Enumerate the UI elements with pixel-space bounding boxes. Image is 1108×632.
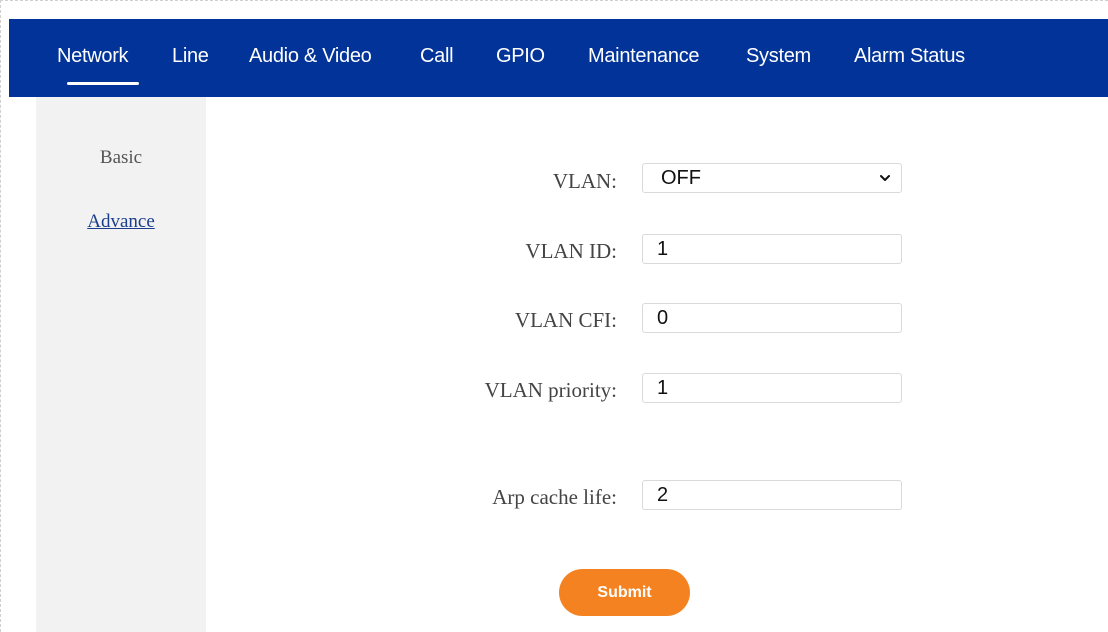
submit-button[interactable]: Submit (559, 569, 690, 616)
vlan-id-label: VLAN ID: (525, 239, 617, 263)
vlan-cfi-input[interactable]: 0 (642, 303, 902, 333)
chevron-down-icon (880, 175, 890, 181)
nav-tab-maintenance[interactable]: Maintenance (588, 45, 700, 68)
top-navbar: Network Line Audio & Video Call GPIO Mai… (9, 19, 1108, 97)
nav-tab-alarm-status[interactable]: Alarm Status (854, 45, 965, 68)
vlan-select[interactable]: OFF (642, 163, 902, 193)
nav-tab-system[interactable]: System (746, 45, 811, 68)
nav-tab-line[interactable]: Line (172, 45, 209, 68)
sidebar-item-advance[interactable]: Advance (36, 211, 206, 233)
vlan-priority-label: VLAN priority: (484, 378, 617, 402)
arp-cache-life-label: Arp cache life: (492, 485, 617, 509)
vlan-priority-input[interactable]: 1 (642, 373, 902, 403)
active-tab-indicator (67, 82, 139, 85)
nav-tab-call[interactable]: Call (420, 45, 454, 68)
vlan-select-value: OFF (661, 167, 701, 189)
page-border-top (0, 0, 1108, 1)
nav-tab-gpio[interactable]: GPIO (496, 45, 545, 68)
vlan-id-input[interactable]: 1 (642, 234, 902, 264)
nav-tab-network[interactable]: Network (57, 45, 129, 68)
sidebar: Basic Advance (36, 97, 206, 632)
page-border-left (0, 0, 1, 632)
sidebar-item-basic[interactable]: Basic (36, 147, 206, 169)
vlan-cfi-label: VLAN CFI: (514, 308, 617, 332)
nav-tab-audio-video[interactable]: Audio & Video (249, 45, 372, 68)
arp-cache-life-input[interactable]: 2 (642, 480, 902, 510)
vlan-label: VLAN: (552, 169, 617, 193)
